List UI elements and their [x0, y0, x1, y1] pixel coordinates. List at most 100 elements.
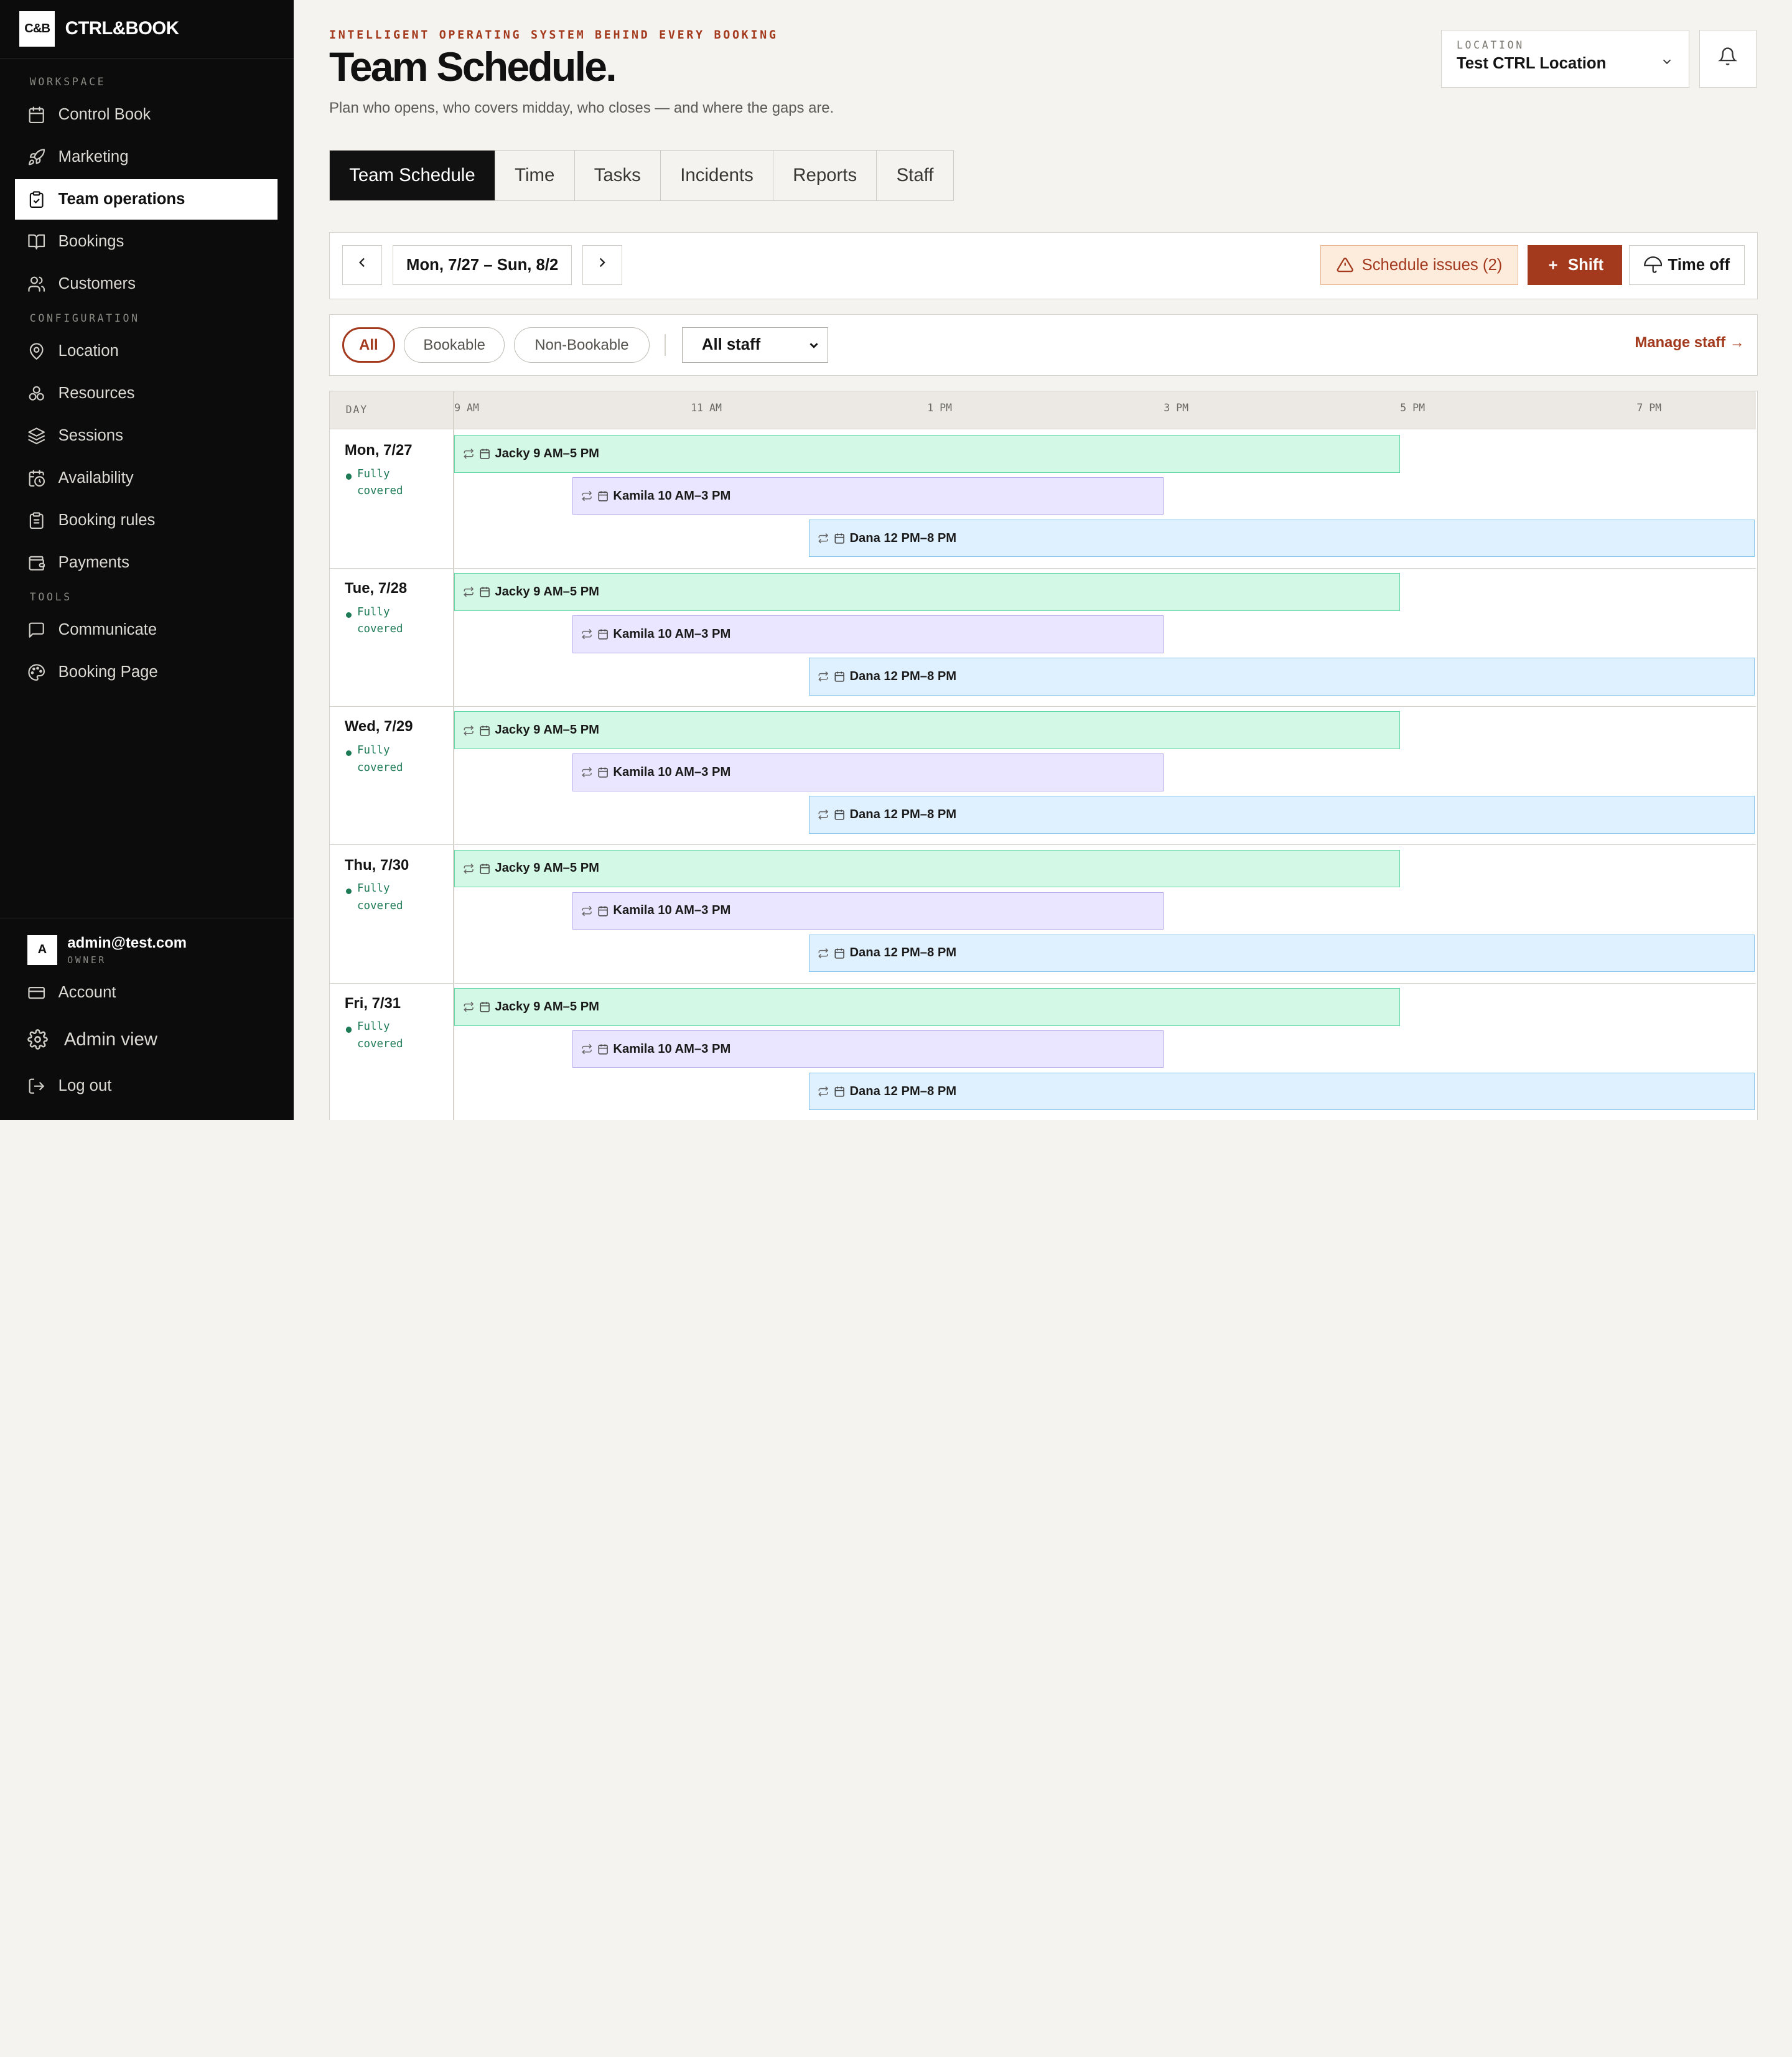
shift-block[interactable]: Jacky 9 AM–5 PM [454, 434, 1401, 473]
shift-block[interactable]: Kamila 10 AM–3 PM [572, 1030, 1164, 1068]
calendar-icon [480, 864, 490, 874]
tab-bar: Team Schedule Time Tasks Incidents Reports St… [329, 149, 954, 202]
tab-time[interactable]: Time [495, 150, 575, 201]
tab-incidents[interactable]: Incidents [661, 150, 774, 201]
repeat-icon [818, 809, 829, 820]
coverage-status: Fully covered [345, 466, 414, 500]
shift-block[interactable]: Kamila 10 AM–3 PM [572, 477, 1164, 515]
shift-label: Dana 12 PM–8 PM [849, 531, 957, 545]
sidebar-item-booking-page[interactable]: Booking Page [15, 653, 278, 693]
layers-icon [27, 427, 45, 445]
shift-block[interactable]: Kamila 10 AM–3 PM [572, 753, 1164, 791]
schedule-issues-button[interactable]: Schedule issues (2) [1320, 245, 1519, 286]
shift-label: Dana 12 PM–8 PM [849, 1084, 957, 1098]
sidebar-item-communicate[interactable]: Communicate [15, 610, 278, 650]
users-icon [27, 275, 45, 293]
sidebar-item-booking-rules[interactable]: Booking rules [15, 500, 278, 540]
shift-label: Kamila 10 AM–3 PM [613, 1042, 731, 1056]
sidebar-item-label: Location [58, 342, 119, 360]
status-dot [345, 1027, 352, 1033]
day-label: Mon, 7/27 [344, 441, 413, 459]
time-tick-label: 1 PM [927, 401, 952, 414]
user-card[interactable]: A admin@test.com OWNER [0, 918, 294, 966]
sidebar-item-bookings[interactable]: Bookings [15, 222, 278, 261]
shift-block[interactable]: Dana 12 PM–8 PM [809, 519, 1755, 557]
time-tick-label: 7 PM [1636, 401, 1662, 414]
schedule-day-row: Fri, 7/31 Fully covered Jacky 9 AM–5 PM Ka… [330, 984, 1756, 1120]
sidebar-item-label: Booking rules [58, 511, 156, 529]
shift-block[interactable]: Dana 12 PM–8 PM [809, 1072, 1755, 1111]
tab-reports[interactable]: Reports [773, 150, 877, 201]
sidebar-item-team-operations[interactable]: Team operations [14, 179, 278, 220]
brand[interactable]: C&B CTRL&BOOK [0, 0, 294, 58]
coverage-status: Fully covered [345, 1019, 414, 1053]
chevron-left-icon [354, 254, 370, 276]
shift-block[interactable]: Kamila 10 AM–3 PM [572, 892, 1164, 930]
book-open-icon [27, 233, 45, 251]
filter-pill-non-bookable[interactable]: Non-Bookable [513, 327, 650, 363]
calendar-icon [834, 1086, 844, 1097]
sidebar-item-label: Bookings [58, 232, 124, 250]
date-range-button[interactable]: Mon, 7/27 – Sun, 8/2 [392, 245, 572, 286]
coverage-status: Fully covered [345, 742, 414, 777]
sidebar-item-resources[interactable]: Resources [15, 374, 278, 414]
repeat-icon [582, 767, 592, 778]
shift-block[interactable]: Dana 12 PM–8 PM [809, 658, 1755, 696]
admin-view-link[interactable]: Admin view [0, 1016, 294, 1063]
shift-label: Kamila 10 AM–3 PM [613, 488, 731, 503]
chevron-down-icon [807, 338, 821, 357]
tab-tasks[interactable]: Tasks [575, 150, 661, 201]
filter-pill-bookable[interactable]: Bookable [404, 327, 505, 363]
schedule-day-row: Wed, 7/29 Fully covered Jacky 9 AM–5 PM Ka… [329, 707, 1757, 846]
chevron-right-icon [594, 254, 610, 276]
repeat-icon [464, 1002, 474, 1012]
shift-block[interactable]: Kamila 10 AM–3 PM [572, 615, 1164, 653]
page-title: Team Schedule. [329, 44, 617, 90]
rocket-icon [27, 148, 45, 166]
repeat-icon [818, 671, 829, 682]
sidebar-item-sessions[interactable]: Sessions [15, 416, 278, 456]
logout-link[interactable]: Log out [0, 1063, 294, 1109]
tab-team-schedule[interactable]: Team Schedule [329, 150, 495, 201]
day-column-header: DAY [345, 404, 368, 416]
sidebar-item-location[interactable]: Location [15, 332, 278, 371]
sidebar-section-label: TOOLS [29, 591, 72, 604]
shift-label: Jacky 9 AM–5 PM [495, 999, 599, 1014]
location-selector[interactable]: LOCATION Test CTRL Location [1441, 29, 1689, 88]
sidebar-item-control-book[interactable]: Control Book [15, 95, 278, 134]
day-label: Thu, 7/30 [344, 856, 409, 874]
repeat-icon [464, 863, 474, 874]
shift-label: Dana 12 PM–8 PM [849, 808, 957, 822]
sidebar-section-label: CONFIGURATION [29, 312, 140, 325]
shift-label: Jacky 9 AM–5 PM [495, 446, 599, 460]
repeat-icon [464, 449, 474, 459]
manage-staff-link[interactable]: Manage staff → [1635, 334, 1744, 352]
chevron-down-icon [1660, 52, 1674, 73]
sidebar-item-payments[interactable]: Payments [15, 543, 278, 582]
shift-block[interactable]: Jacky 9 AM–5 PM [454, 987, 1401, 1026]
notifications-button[interactable] [1699, 29, 1757, 88]
calendar-icon [480, 725, 490, 736]
filter-pill-all[interactable]: All [342, 327, 395, 363]
shift-block[interactable]: Dana 12 PM–8 PM [809, 934, 1755, 973]
next-week-button[interactable] [582, 245, 623, 286]
shift-block[interactable]: Dana 12 PM–8 PM [809, 796, 1755, 834]
shift-block[interactable]: Jacky 9 AM–5 PM [454, 711, 1401, 750]
calendar-clock-icon [27, 469, 45, 487]
sidebar-item-customers[interactable]: Customers [15, 264, 278, 304]
account-link[interactable]: Account [0, 969, 294, 1016]
sidebar-item-label: Communicate [58, 621, 157, 639]
time-off-button[interactable]: Time off [1629, 245, 1745, 286]
shift-block[interactable]: Jacky 9 AM–5 PM [454, 849, 1401, 888]
tab-staff[interactable]: Staff [877, 151, 953, 201]
sidebar-item-marketing[interactable]: Marketing [15, 137, 278, 177]
staff-select[interactable]: All staff [681, 327, 828, 363]
schedule-day-row: Mon, 7/27 Fully covered Jacky 9 AM–5 PM Ka… [329, 431, 1757, 569]
shift-label: Dana 12 PM–8 PM [849, 946, 957, 960]
add-shift-button[interactable]: Shift [1527, 245, 1623, 286]
sidebar-item-label: Control Book [58, 106, 151, 124]
sidebar-item-availability[interactable]: Availability [15, 458, 278, 498]
logout-label: Log out [58, 1077, 112, 1095]
shift-block[interactable]: Jacky 9 AM–5 PM [454, 573, 1401, 611]
prev-week-button[interactable] [342, 245, 383, 286]
